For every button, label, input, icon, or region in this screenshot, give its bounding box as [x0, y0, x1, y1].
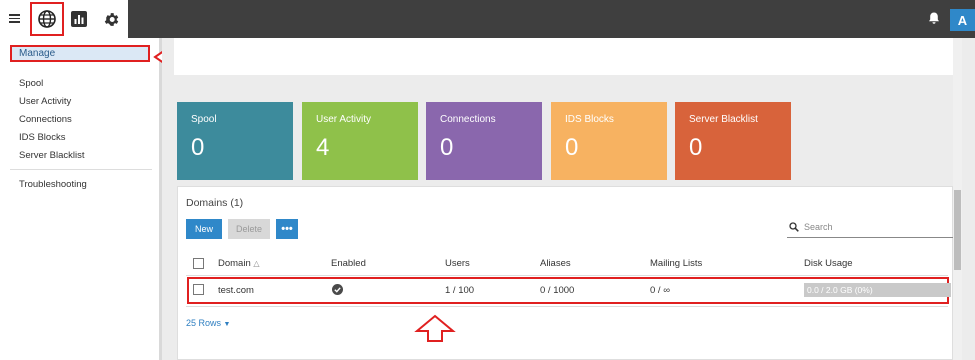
avatar[interactable]: A — [950, 9, 975, 31]
card-title: IDS Blocks — [565, 114, 614, 125]
column-header-disk-usage[interactable]: Disk Usage — [804, 258, 853, 269]
search-icon — [789, 222, 799, 235]
globe-icon[interactable] — [30, 2, 64, 36]
top-bar: A — [0, 0, 975, 38]
domains-title: Domains (1) — [186, 197, 244, 209]
card-title: Server Blacklist — [689, 114, 758, 125]
delete-button[interactable]: Delete — [228, 219, 270, 239]
column-header-domain[interactable]: Domain △ — [218, 258, 260, 269]
card-title: Connections — [440, 114, 496, 125]
search-input[interactable]: Search — [787, 218, 955, 238]
domains-panel: Domains (1) New Delete ••• Search Domain… — [177, 186, 955, 360]
row-checkbox[interactable] — [193, 284, 204, 295]
annotation-arrow-up — [414, 314, 456, 342]
stat-card-spool[interactable]: Spool 0 — [177, 102, 293, 180]
sidebar-divider — [10, 169, 152, 170]
sidebar-item-manage[interactable]: Manage — [10, 45, 150, 62]
cell-mailing-lists: 0 / ∞ — [650, 285, 670, 296]
rows-per-page-dropdown[interactable]: 25 Rows ▼ — [186, 318, 230, 328]
check-circle-icon — [332, 284, 343, 298]
stat-card-connections[interactable]: Connections 0 — [426, 102, 542, 180]
header-band — [174, 38, 961, 75]
bell-icon[interactable] — [928, 12, 940, 28]
menu-icon[interactable] — [9, 14, 20, 23]
select-all-checkbox[interactable] — [193, 258, 204, 269]
card-value: 0 — [191, 134, 205, 161]
cell-users: 1 / 100 — [445, 285, 475, 296]
new-button[interactable]: New — [186, 219, 222, 239]
cell-aliases: 0 / 1000 — [540, 285, 575, 296]
row-divider — [186, 306, 948, 307]
column-header-aliases[interactable]: Aliases — [540, 258, 571, 269]
scrollbar-thumb[interactable] — [954, 190, 961, 270]
column-header-users[interactable]: Users — [445, 258, 470, 269]
gear-icon[interactable] — [96, 3, 126, 35]
sidebar-item-server-blacklist[interactable]: Server Blacklist — [19, 150, 84, 161]
column-header-enabled[interactable]: Enabled — [331, 258, 366, 269]
stat-card-ids-blocks[interactable]: IDS Blocks 0 — [551, 102, 667, 180]
sidebar-item-user-activity[interactable]: User Activity — [19, 96, 71, 107]
search-placeholder: Search — [804, 222, 833, 232]
bar-chart-icon[interactable] — [64, 3, 94, 35]
card-title: Spool — [191, 114, 217, 125]
stat-card-server-blacklist[interactable]: Server Blacklist 0 — [675, 102, 791, 180]
card-value: 0 — [565, 134, 579, 161]
sidebar-item-spool[interactable]: Spool — [19, 78, 43, 89]
sort-icon: △ — [253, 259, 260, 268]
sidebar-item-connections[interactable]: Connections — [19, 114, 72, 125]
main-content: Spool 0 User Activity 4 Connections 0 ID… — [162, 38, 975, 360]
more-actions-button[interactable]: ••• — [276, 219, 298, 239]
sidebar-item-ids-blocks[interactable]: IDS Blocks — [19, 132, 65, 143]
card-value: 0 — [689, 134, 703, 161]
card-value: 4 — [316, 134, 330, 161]
sidebar-item-troubleshooting[interactable]: Troubleshooting — [19, 179, 87, 190]
card-value: 0 — [440, 134, 454, 161]
card-title: User Activity — [316, 114, 372, 125]
cell-domain[interactable]: test.com — [218, 285, 254, 296]
disk-usage-bar: 0.0 / 2.0 GB (0%) — [804, 283, 951, 297]
stat-card-user-activity[interactable]: User Activity 4 — [302, 102, 418, 180]
header-divider — [186, 275, 948, 276]
sidebar: Manage Spool User Activity Connections I… — [0, 38, 162, 360]
caret-down-icon: ▼ — [223, 321, 231, 328]
column-header-mailing-lists[interactable]: Mailing Lists — [650, 258, 702, 269]
